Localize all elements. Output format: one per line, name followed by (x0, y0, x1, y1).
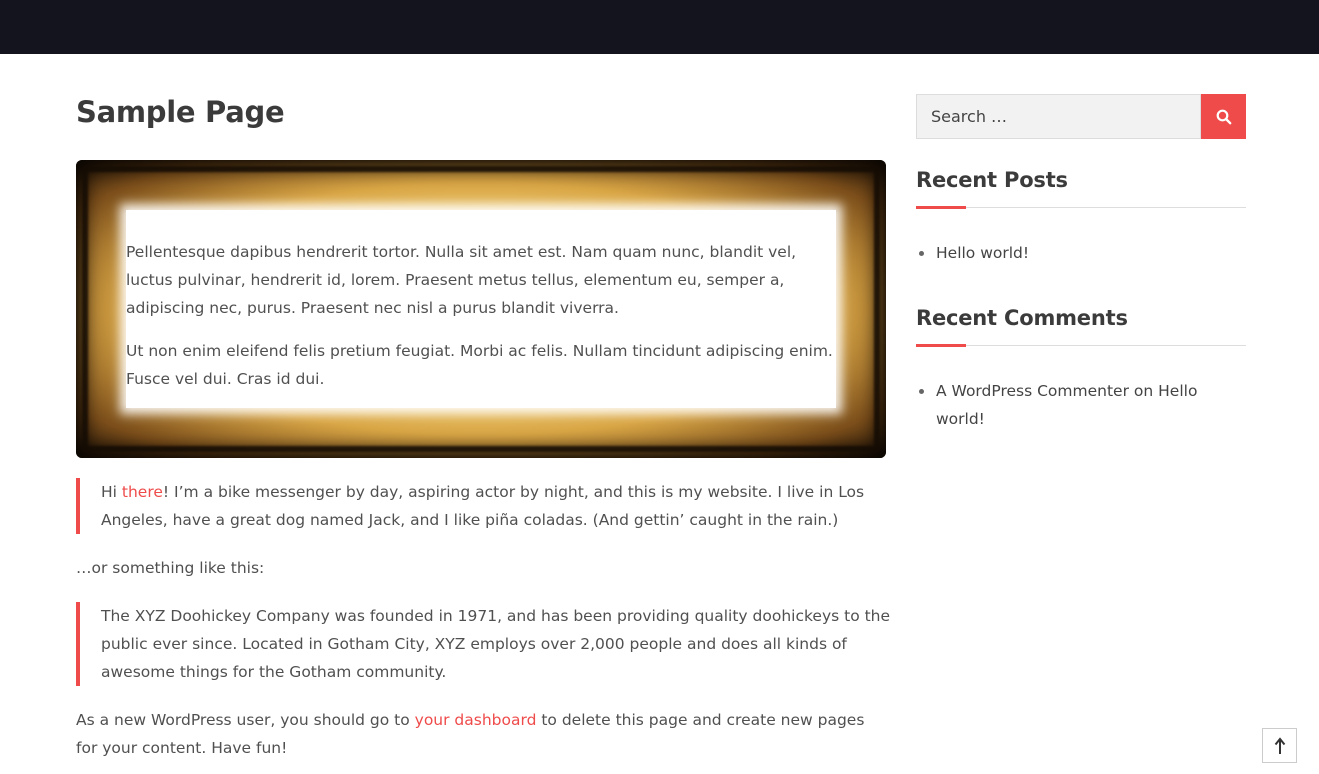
search-input[interactable] (916, 94, 1201, 139)
dashboard-link[interactable]: your dashboard (415, 711, 537, 729)
blockquote-company: The XYZ Doohickey Company was founded in… (76, 602, 891, 686)
recent-comments-title: Recent Comments (916, 306, 1128, 330)
quote-prefix: Hi (101, 483, 122, 501)
blockquote-company-text: The XYZ Doohickey Company was founded in… (101, 607, 891, 681)
search-form (916, 94, 1246, 139)
blockquote-intro-text: Hi there! I’m a bike messenger by day, a… (101, 478, 891, 534)
comment-on-text: on (1133, 382, 1154, 400)
or-something-text: …or something like this: (76, 559, 265, 577)
there-link[interactable]: there (122, 483, 163, 501)
recent-posts-divider (916, 206, 1246, 209)
grunge-text-area: Pellentesque dapibus hendrerit tortor. N… (126, 210, 836, 408)
grunge-paragraph-1: Pellentesque dapibus hendrerit tortor. N… (126, 243, 797, 317)
page-title: Sample Page (76, 95, 285, 129)
scroll-to-top-button[interactable] (1262, 728, 1297, 763)
recent-posts-list: Hello world! (916, 239, 1246, 267)
recent-posts-title: Recent Posts (916, 168, 1068, 192)
arrow-up-icon (1274, 736, 1285, 754)
top-header-bar (0, 0, 1319, 54)
blockquote-intro: Hi there! I’m a bike messenger by day, a… (76, 478, 891, 534)
search-icon (1216, 109, 1231, 124)
recent-comments-list: A WordPress Commenter on Hello world! (916, 377, 1246, 433)
comment-author-link[interactable]: A WordPress Commenter (936, 382, 1129, 400)
list-item: A WordPress Commenter on Hello world! (916, 377, 1246, 433)
grunge-paragraph-2: Ut non enim eleifend felis pretium feugi… (126, 342, 833, 388)
recent-post-link[interactable]: Hello world! (936, 244, 1029, 262)
closing-prefix: As a new WordPress user, you should go t… (76, 711, 415, 729)
grunge-frame-box: Pellentesque dapibus hendrerit tortor. N… (76, 160, 886, 458)
closing-paragraph: As a new WordPress user, you should go t… (76, 706, 886, 762)
quote-suffix: ! I’m a bike messenger by day, aspiring … (101, 483, 865, 529)
main-content: Sample Page Pellentesque dapibus hendrer… (76, 88, 890, 757)
recent-comments-divider (916, 344, 1246, 347)
list-item: Hello world! (916, 239, 1246, 267)
search-button[interactable] (1201, 94, 1246, 139)
